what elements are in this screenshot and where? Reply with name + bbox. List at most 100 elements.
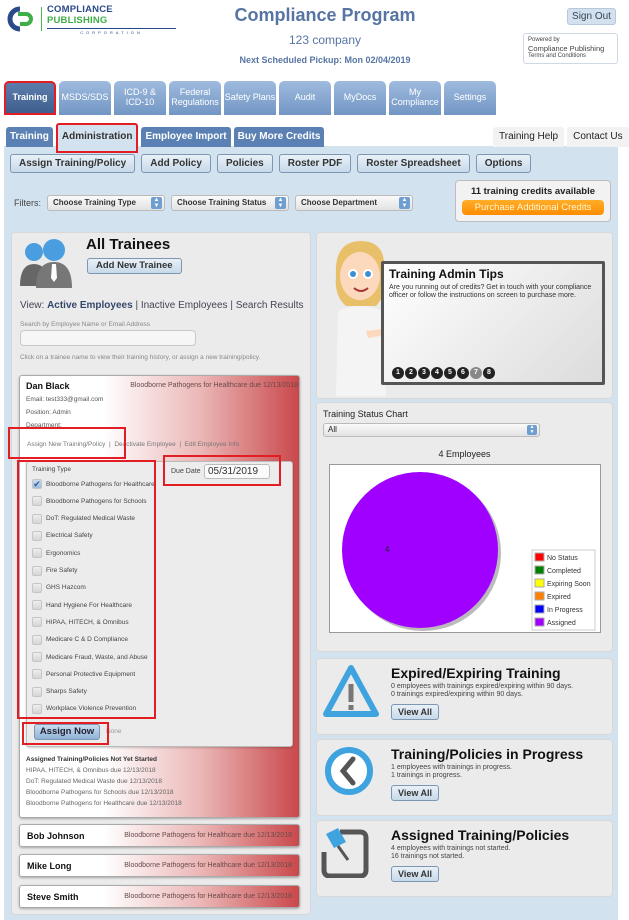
view-all-in-progress-button[interactable]: View All <box>391 785 439 801</box>
edit-employee-link[interactable]: Edit Employee Info <box>185 441 240 448</box>
view-all-assigned-button[interactable]: View All <box>391 866 439 882</box>
highlight-box <box>8 427 126 459</box>
filters-bar: Filters: Choose Training Type ▲ ▼ Choose T… <box>14 195 413 211</box>
nav-tab-safety-plans[interactable]: Safety Plans <box>224 81 276 115</box>
tip-page-button[interactable]: 4 <box>431 367 443 379</box>
training-status-select[interactable]: Choose Training Status ▲ ▼ <box>171 195 289 211</box>
tip-page-button[interactable]: 5 <box>444 367 456 379</box>
legend-label: Assigned <box>547 620 576 627</box>
credits-box: 11 training credits available Purchase A… <box>455 180 611 222</box>
chart-title: Training Status Chart <box>323 409 408 419</box>
sub-nav: Training Administration Employee Import … <box>6 123 325 153</box>
purchase-credits-button[interactable]: Purchase Additional Credits <box>462 200 604 215</box>
active-employees-link[interactable]: Active Employees <box>47 300 133 311</box>
info-line: 1 trainings in progress. <box>391 772 462 779</box>
pie-data-label: 4 <box>385 545 390 554</box>
trainee-email: Email: test333@gmail.com <box>26 396 104 403</box>
nav-tab-my-compliance[interactable]: My Compliance <box>389 81 441 115</box>
highlight-box <box>17 460 156 719</box>
tips-body: Are you running out of credits? Get in t… <box>389 284 592 300</box>
nav-tab-icd[interactable]: ICD-9 & ICD-10 <box>114 81 166 115</box>
select-arrows-icon: ▲ ▼ <box>151 197 162 209</box>
info-title: Expired/Expiring Training <box>391 665 561 681</box>
page-title: Compliance Program <box>234 5 416 25</box>
trainee-due: Bloodborne Pathogens for Healthcare due … <box>124 862 292 869</box>
chart-filter-value: All <box>328 425 337 434</box>
policies-button[interactable]: Policies <box>216 154 273 173</box>
subtab-employee-import[interactable]: Employee Import <box>141 127 231 147</box>
chart-filter-select[interactable]: All ▲ ▼ <box>323 423 540 437</box>
tip-page-button[interactable]: 2 <box>405 367 417 379</box>
pie-chart: 4 No Status Completed Expiring Soon Expired I… <box>329 464 601 633</box>
trainee-name[interactable]: Dan Black <box>26 381 70 391</box>
nav-tab-federal-regulations[interactable]: Federal Regulations <box>169 81 221 115</box>
view-filter-links: View: Active Employees | Inactive Employ… <box>20 300 304 311</box>
options-button[interactable]: Options <box>475 154 532 173</box>
highlight-box <box>22 722 109 745</box>
tip-page-button[interactable]: 6 <box>457 367 469 379</box>
view-label: View: <box>20 300 48 311</box>
other-view-links[interactable]: | Inactive Employees | Search Results <box>133 300 303 311</box>
trainee-name[interactable]: Mike Long <box>27 861 72 871</box>
logo-text-b: PUBLISHING <box>46 14 108 26</box>
admin-toolbar: Assign Training/Policy Add Policy Polici… <box>10 154 532 173</box>
company-logo: COMPLIANCE PUBLISHING CORPORATION <box>6 3 176 35</box>
subtab-training[interactable]: Training <box>6 127 53 147</box>
employee-search-input[interactable] <box>20 330 196 346</box>
legend-label: Expired <box>547 594 571 601</box>
legend-swatch <box>534 604 545 614</box>
filters-label: Filters: <box>14 198 41 208</box>
help-tabs: Training Help Contact Us <box>493 127 629 147</box>
trainee-row[interactable]: Steve Smith Bloodborne Pathogens for Hea… <box>19 885 300 908</box>
tips-pagination: 12345678 <box>392 367 495 379</box>
not-started-item: Bloodborne Pathogens for Schools due 12/… <box>26 789 174 796</box>
nav-tab-mydocs[interactable]: MyDocs <box>334 81 386 115</box>
tip-page-button[interactable]: 8 <box>483 367 495 379</box>
legend-swatch <box>534 591 545 601</box>
trainee-name[interactable]: Bob Johnson <box>27 831 85 841</box>
tip-page-button[interactable]: 1 <box>392 367 404 379</box>
info-line: 1 employees with trainings in progress. <box>391 764 513 771</box>
add-new-trainee-button[interactable]: Add New Trainee <box>87 258 182 274</box>
terms-link[interactable]: Terms and Conditions <box>528 53 613 60</box>
trainee-name[interactable]: Steve Smith <box>27 892 79 902</box>
training-help-tab[interactable]: Training Help <box>493 127 565 147</box>
trainee-due: Bloodborne Pathogens for Healthcare due … <box>124 893 292 900</box>
roster-pdf-button[interactable]: Roster PDF <box>278 154 352 173</box>
pie-slice-assigned <box>342 472 498 628</box>
main-nav: Training MSDS/SDS ICD-9 & ICD-10 Federal… <box>4 81 496 115</box>
subtab-administration[interactable]: Administration <box>55 123 139 153</box>
training-status-select-value: Choose Training Status <box>177 198 267 207</box>
department-select-value: Choose Department <box>301 198 378 207</box>
view-all-expired-button[interactable]: View All <box>391 704 439 720</box>
contact-us-tab[interactable]: Contact Us <box>567 127 629 147</box>
trainee-row[interactable]: Mike Long Bloodborne Pathogens for Healt… <box>19 854 300 877</box>
tip-page-button[interactable]: 3 <box>418 367 430 379</box>
sign-out-button[interactable]: Sign Out <box>567 8 616 25</box>
assign-training-button[interactable]: Assign Training/Policy <box>10 154 136 173</box>
trainee-position: Position: Admin <box>26 409 71 416</box>
powered-by-box[interactable]: Powered by Compliance Publishing Terms a… <box>523 33 618 64</box>
nav-tab-msds[interactable]: MSDS/SDS <box>59 81 111 115</box>
training-type-select[interactable]: Choose Training Type ▲ ▼ <box>47 195 165 211</box>
subtab-buy-more-credits[interactable]: Buy More Credits <box>233 127 325 147</box>
legend-swatch <box>534 617 545 627</box>
logo-text-a: COMPLIANCE <box>46 3 113 15</box>
legend-label: Expiring Soon <box>547 581 591 588</box>
not-started-item: DoT: Regulated Medical Waste due 12/13/2… <box>26 778 162 785</box>
legend-label: No Status <box>547 555 578 562</box>
nav-tab-training[interactable]: Training <box>4 81 56 115</box>
not-started-item: Bloodborne Pathogens for Healthcare due … <box>26 800 182 807</box>
trainee-due: Bloodborne Pathogens for Healthcare due … <box>124 832 292 839</box>
roster-spreadsheet-button[interactable]: Roster Spreadsheet <box>357 154 470 173</box>
nav-tab-audit[interactable]: Audit <box>279 81 331 115</box>
info-title: Assigned Training/Policies <box>391 827 570 843</box>
powered-by-company[interactable]: Compliance Publishing <box>528 44 613 53</box>
trainee-row[interactable]: Bob Johnson Bloodborne Pathogens for Hea… <box>19 824 300 847</box>
not-started-heading: Assigned Training/Policies Not Yet Start… <box>26 756 157 763</box>
trainee-hint: Click on a trainee name to view their tr… <box>20 354 261 361</box>
department-select[interactable]: Choose Department ▲ ▼ <box>295 195 413 211</box>
nav-tab-settings[interactable]: Settings <box>444 81 496 115</box>
tip-page-button[interactable]: 7 <box>470 367 482 379</box>
add-policy-button[interactable]: Add Policy <box>141 154 211 173</box>
